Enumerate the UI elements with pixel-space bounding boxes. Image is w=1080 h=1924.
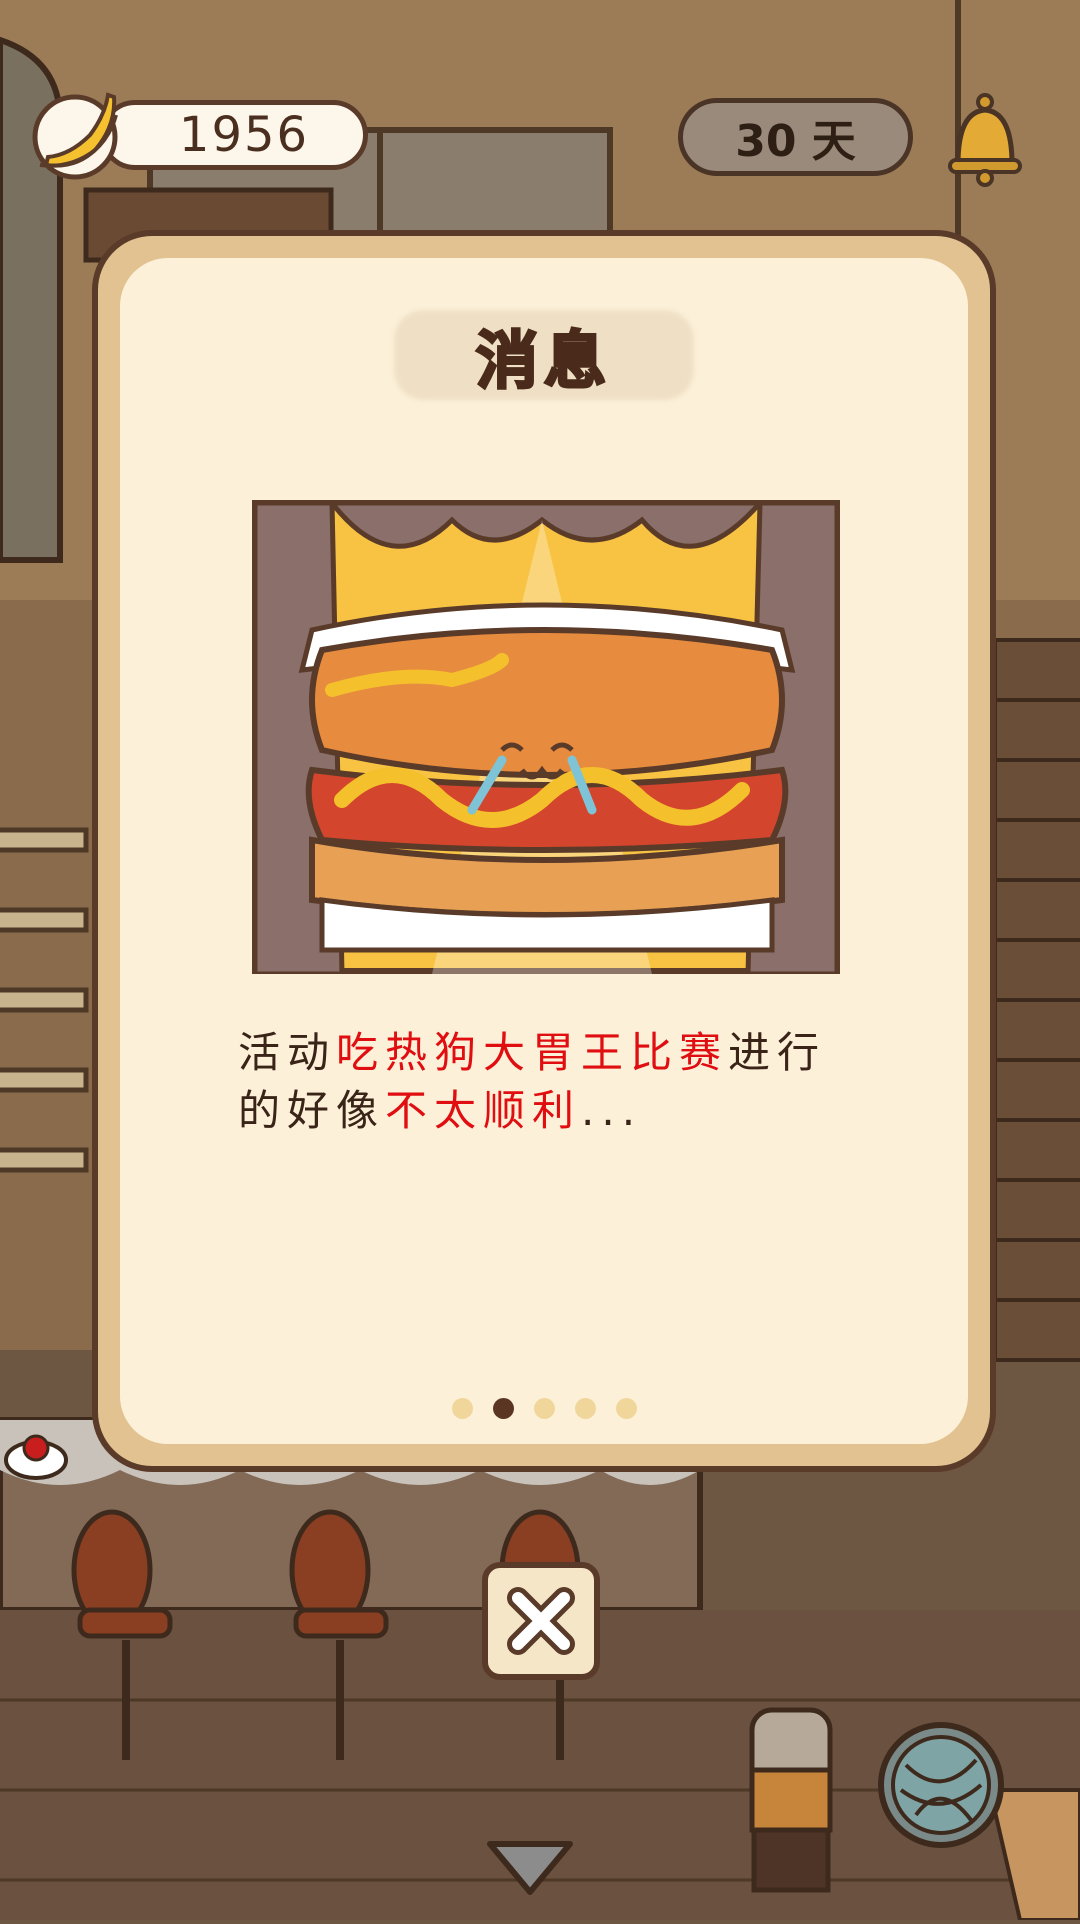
pagination-dot[interactable] bbox=[451, 1398, 473, 1419]
message-text: 活动吃热狗大胃王比赛进行的好像不太顺利... bbox=[238, 1024, 868, 1140]
message-highlight-status: 不太顺利 bbox=[385, 1086, 582, 1135]
dialog-title: 消息 bbox=[474, 323, 612, 399]
pagination-dot[interactable] bbox=[492, 1398, 514, 1419]
day-label: 30 天 bbox=[735, 116, 856, 167]
message-dialog: 消息 活动吃热狗大胃王比赛进行的好像不太顺利... bbox=[92, 230, 996, 1472]
pagination-dot[interactable] bbox=[574, 1398, 596, 1419]
pagination-dot[interactable] bbox=[615, 1398, 637, 1419]
banana-count-pill: 1956 bbox=[100, 100, 368, 170]
pagination-dots bbox=[120, 1398, 968, 1419]
message-highlight-event: 吃热狗大胃王比赛 bbox=[336, 1028, 729, 1077]
dialog-panel: 消息 活动吃热狗大胃王比赛进行的好像不太顺利... bbox=[120, 258, 968, 1444]
close-button[interactable] bbox=[482, 1562, 600, 1680]
bell-icon[interactable] bbox=[944, 88, 1026, 188]
pagination-dot[interactable] bbox=[533, 1398, 555, 1419]
banana-count: 1956 bbox=[178, 107, 310, 163]
banana-icon bbox=[32, 92, 118, 180]
day-counter: 30 天 bbox=[678, 98, 913, 176]
yarn-ball-icon[interactable] bbox=[876, 1720, 1006, 1850]
banana-counter: 1956 bbox=[30, 92, 375, 180]
message-part3: ... bbox=[581, 1086, 643, 1135]
hotdog-illustration bbox=[252, 500, 840, 974]
message-part1: 活动 bbox=[238, 1028, 337, 1077]
chevron-down-icon[interactable] bbox=[484, 1838, 576, 1898]
dialog-title-wrap: 消息 bbox=[394, 310, 694, 400]
close-icon bbox=[507, 1587, 575, 1655]
